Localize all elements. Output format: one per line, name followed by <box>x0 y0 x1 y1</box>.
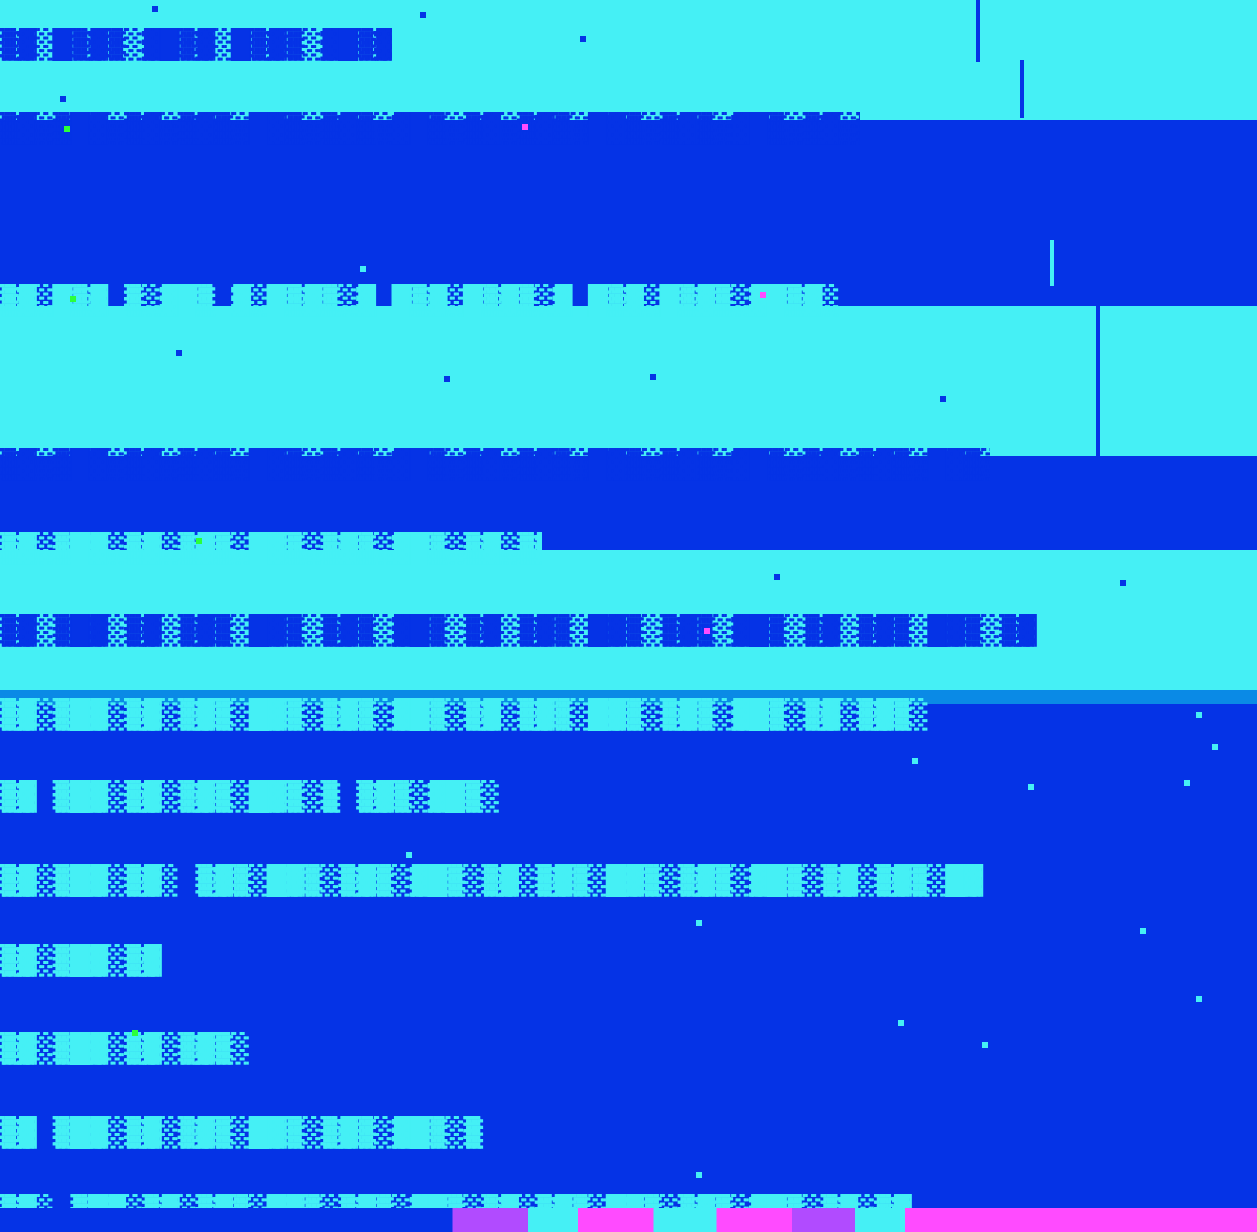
noise-pixel <box>176 350 182 356</box>
glitch-text-row-11: ▒▓░▒█▓░▒▓░▒▓▒░ <box>0 1032 250 1065</box>
noise-pixel <box>64 126 70 132</box>
glitch-text-row-9: ▒▓░▒█▓░▒▓░ ▒▓▒░█▓▒░▒▓▒░▓█▒░▒▓░▒▓▒░█▓▒░▒▓… <box>0 864 983 897</box>
bottom-glitch-strip <box>0 1208 1257 1232</box>
noise-pixel <box>1196 996 1202 1002</box>
noise-pixel <box>444 376 450 382</box>
noise-pixel <box>132 1030 138 1036</box>
noise-pixel <box>650 374 656 380</box>
noise-pixel <box>1196 712 1202 718</box>
noise-pixel <box>774 574 780 580</box>
glitch-text-row-3: ▒▓░█▒▓ ▒░▓█▒ ▓░█▒▓▒░▓ █▒▓░█▒▓▒░▓ █▒▓░█▒▓… <box>0 284 840 317</box>
noise-tick <box>1050 240 1054 286</box>
noise-tick <box>1020 60 1024 118</box>
noise-pixel <box>940 396 946 402</box>
noise-pixel <box>70 296 76 302</box>
glitch-text-row-4: ▒▓░▒█▓░▒▓░▒▓▒░█▓▒░▒▓▒░▓█▒░▒▓░▒▓▒░█▓▒░▒▓▒… <box>0 448 990 481</box>
noise-pixel <box>982 1042 988 1048</box>
glitch-text-row-10: ▒▓░▒█▓░▒▓ <box>0 944 161 977</box>
noise-pixel <box>704 628 710 634</box>
noise-pixel <box>696 920 702 926</box>
glitch-text-row-6: ▒▓░▒█▓░▒▓░▒▓▒░█▓▒░▒▓▒░▓█▒░▒▓░▒▓▒░█▓▒░▒▓▒… <box>0 614 1036 647</box>
glitch-text-row-5: ▒▓░▒█▓░▒▓░▒▓▒░█▓▒░▒▓▒░▓█▒░▒▓░▒▓ <box>0 532 542 565</box>
noise-pixel <box>60 96 66 102</box>
glitch-text-row-2: ▒▓░▒█▓░▒▓░▒▓▒░█▓▒░▒▓▒░▓█▒░▒▓░▒▓▒░█▓▒░▒▓▒… <box>0 112 860 145</box>
light-band-2 <box>0 306 1257 456</box>
glitch-text-row-8: ▒▓ ▒█▓░▒▓░▒▓▒░█▓▒░▒ ▒▓▒░▓█▒░ <box>0 780 501 813</box>
noise-pixel <box>1120 580 1126 586</box>
noise-pixel <box>196 538 202 544</box>
noise-pixel <box>152 6 158 12</box>
noise-pixel <box>912 758 918 764</box>
noise-pixel <box>522 124 528 130</box>
noise-pixel <box>760 292 766 298</box>
noise-pixel <box>580 36 586 42</box>
noise-pixel <box>1028 784 1034 790</box>
noise-pixel <box>1184 780 1190 786</box>
noise-pixel <box>696 1172 702 1178</box>
noise-tick <box>976 0 980 62</box>
noise-tick <box>1096 306 1100 456</box>
noise-pixel <box>1140 928 1146 934</box>
noise-pixel <box>420 12 426 18</box>
noise-pixel <box>360 266 366 272</box>
noise-pixel <box>1212 744 1218 750</box>
glitch-text-row-1: ▒▓░█▒▓▒░▓█▒▓░█▒▓▒░▓█▒▓░█▒▓▒ <box>0 28 392 61</box>
glitch-text-row-7: ▒▓░▒█▓░▒▓░▒▓▒░█▓▒░▒▓▒░▓█▒░▒▓░▒▓▒░█▓▒░▒▓▒… <box>0 698 929 731</box>
noise-pixel <box>898 1020 904 1026</box>
noise-pixel <box>406 852 412 858</box>
glitch-text-row-12: ▒▓ ▒█▓░▒▓░▒▓▒░█▓▒░▒▓▒░▓█▒░▒ <box>0 1116 483 1149</box>
deep-band-1 <box>0 120 1257 306</box>
